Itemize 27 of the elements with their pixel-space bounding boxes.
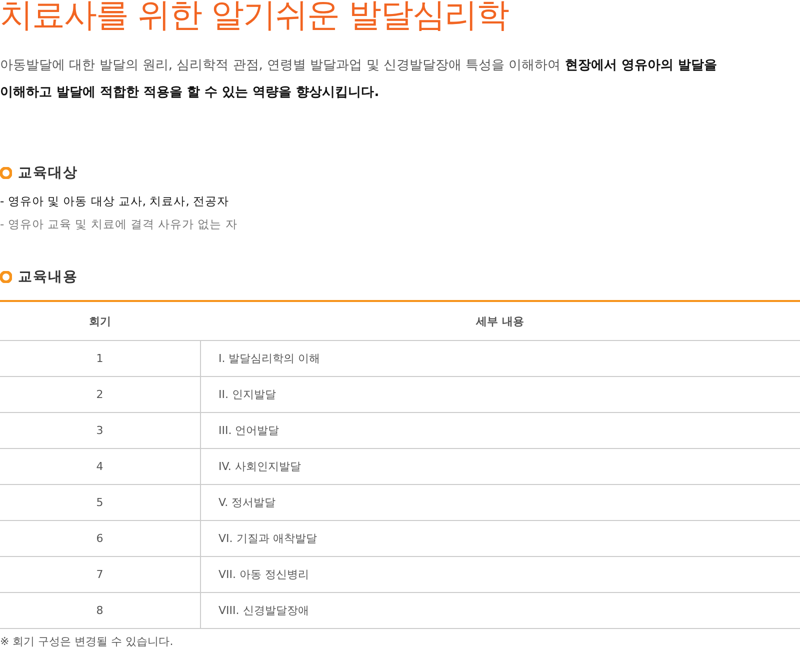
- table-cell: 7: [0, 556, 200, 592]
- column-header: 회기: [0, 301, 200, 340]
- table-cell: 5: [0, 484, 200, 520]
- section-heading: 교육대상: [18, 164, 78, 182]
- table-cell: VI. 기질과 애착발달: [200, 520, 800, 556]
- page-title: 치료사를 위한 알기쉬운 발달심리학: [0, 0, 510, 36]
- table-cell: 6: [0, 520, 200, 556]
- table-cell: III. 언어발달: [200, 412, 800, 448]
- footnote: ※ 회기 구성은 변경될 수 있습니다.: [0, 635, 174, 649]
- table-cell: IV. 사회인지발달: [200, 448, 800, 484]
- section-heading: 교육내용: [18, 268, 78, 286]
- column-header: 세부 내용: [200, 301, 800, 340]
- table-cell: 4: [0, 448, 200, 484]
- table-cell: VIII. 신경발달장애: [200, 592, 800, 628]
- table-cell: II. 인지발달: [200, 376, 800, 412]
- table-cell: 2: [0, 376, 200, 412]
- bullet-icon: [0, 167, 12, 179]
- intro-paragraph: 아동발달에 대한 발달의 원리, 심리학적 관점, 연령별 발달과업 및 신경발달장애 특성을 이해하여 현장에서 영유아의 발달을 이해하고 발달에 적합한 적용을 할 수 있는 역량을 향상시킵니다.: [0, 57, 718, 102]
- table-cell: 1: [0, 340, 200, 376]
- table-cell: 3: [0, 412, 200, 448]
- table-cell: V. 정서발달: [200, 484, 800, 520]
- table-cell: I. 발달심리학의 이해: [200, 340, 800, 376]
- table-cell: 8: [0, 592, 200, 628]
- target-item: - 영유아 및 아동 대상 교사, 치료사, 전공자: [0, 193, 230, 210]
- bullet-icon: [0, 271, 12, 283]
- table-cell: VII. 아동 정신병리: [200, 556, 800, 592]
- target-item: - 영유아 교육 및 치료에 결격 사유가 없는 자: [0, 216, 238, 233]
